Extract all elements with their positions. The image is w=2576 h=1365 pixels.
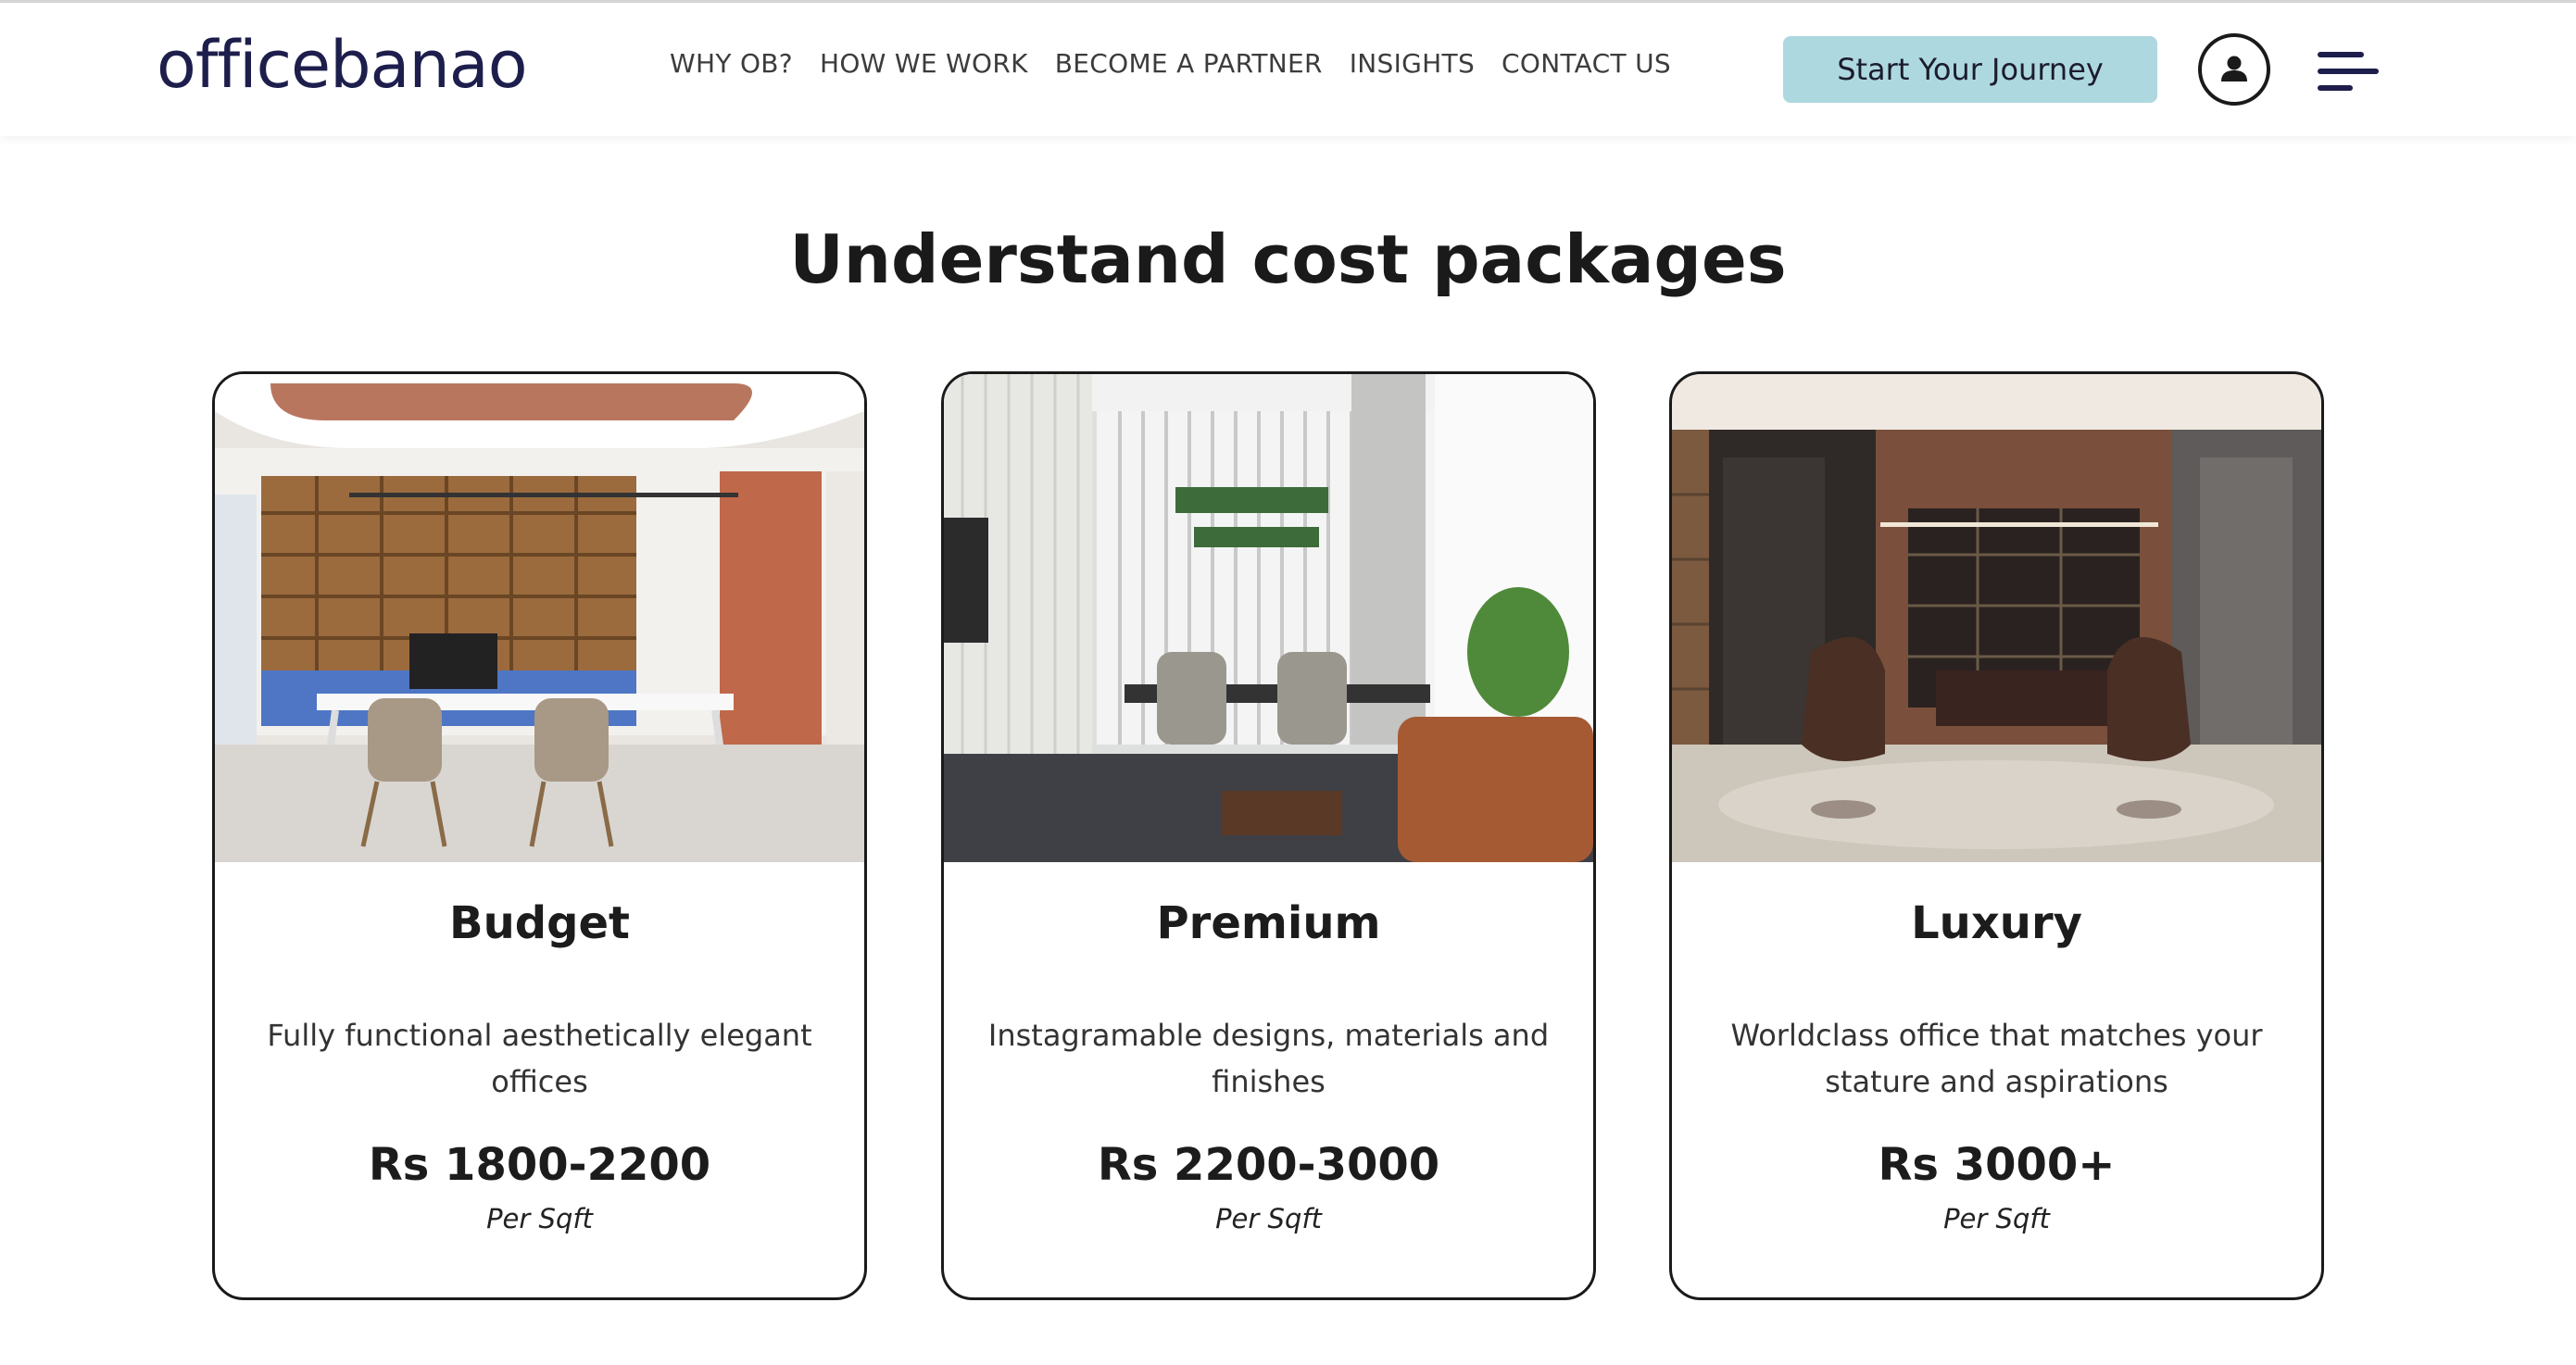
card-price: Rs 2200-3000 [1097, 1139, 1440, 1191]
hamburger-menu-button[interactable] [2316, 48, 2382, 96]
luxury-office-image [1672, 374, 2321, 862]
nav-link-why-ob[interactable]: WHY OB? [670, 48, 793, 79]
site-header: officebanao WHY OB? HOW WE WORK BECOME A… [0, 3, 2576, 136]
page: officebanao WHY OB? HOW WE WORK BECOME A… [0, 0, 2576, 1365]
section-title-bold: Understand [789, 220, 1229, 298]
premium-office-image [944, 374, 1593, 862]
card-price-unit: Per Sqft [1943, 1203, 2050, 1234]
logo-text: officebanao [157, 27, 528, 103]
user-icon [2221, 56, 2247, 81]
nav-link-contact-us[interactable]: CONTACT US [1502, 48, 1671, 79]
card-description: Instagramable designs, materials and fin… [987, 1018, 1550, 1099]
card-title: Budget [449, 897, 630, 949]
package-card-premium[interactable]: Premium Instagramable designs, materials… [941, 371, 1596, 1300]
card-description: Fully functional aesthetically elegant o… [267, 1018, 812, 1099]
package-card-budget[interactable]: Budget Fully functional aesthetically el… [212, 371, 867, 1300]
card-title: Premium [1156, 897, 1381, 949]
card-price-unit: Per Sqft [1215, 1203, 1322, 1234]
card-description: Worldclass office that matches your stat… [1730, 1018, 2263, 1099]
package-card-luxury[interactable]: Luxury Worldclass office that matches yo… [1669, 371, 2324, 1300]
brand-logo[interactable]: officebanao [157, 23, 528, 106]
section-title-rest: cost packages [1228, 220, 1787, 298]
menu-icon [2318, 52, 2379, 91]
account-button[interactable] [2198, 33, 2270, 106]
card-price-unit: Per Sqft [486, 1203, 593, 1234]
nav-link-become-partner[interactable]: BECOME A PARTNER [1055, 48, 1323, 79]
card-title: Luxury [1911, 897, 2082, 949]
budget-office-image [215, 374, 864, 862]
section-title: Understand cost packages [0, 220, 2576, 298]
card-price: Rs 1800-2200 [368, 1139, 711, 1191]
nav-link-insights[interactable]: INSIGHTS [1350, 48, 1475, 79]
nav-link-how-we-work[interactable]: HOW WE WORK [820, 48, 1028, 79]
start-journey-button[interactable]: Start Your Journey [1783, 36, 2157, 103]
main-nav: WHY OB? HOW WE WORK BECOME A PARTNER INS… [670, 48, 1671, 79]
card-price: Rs 3000+ [1878, 1139, 2116, 1191]
